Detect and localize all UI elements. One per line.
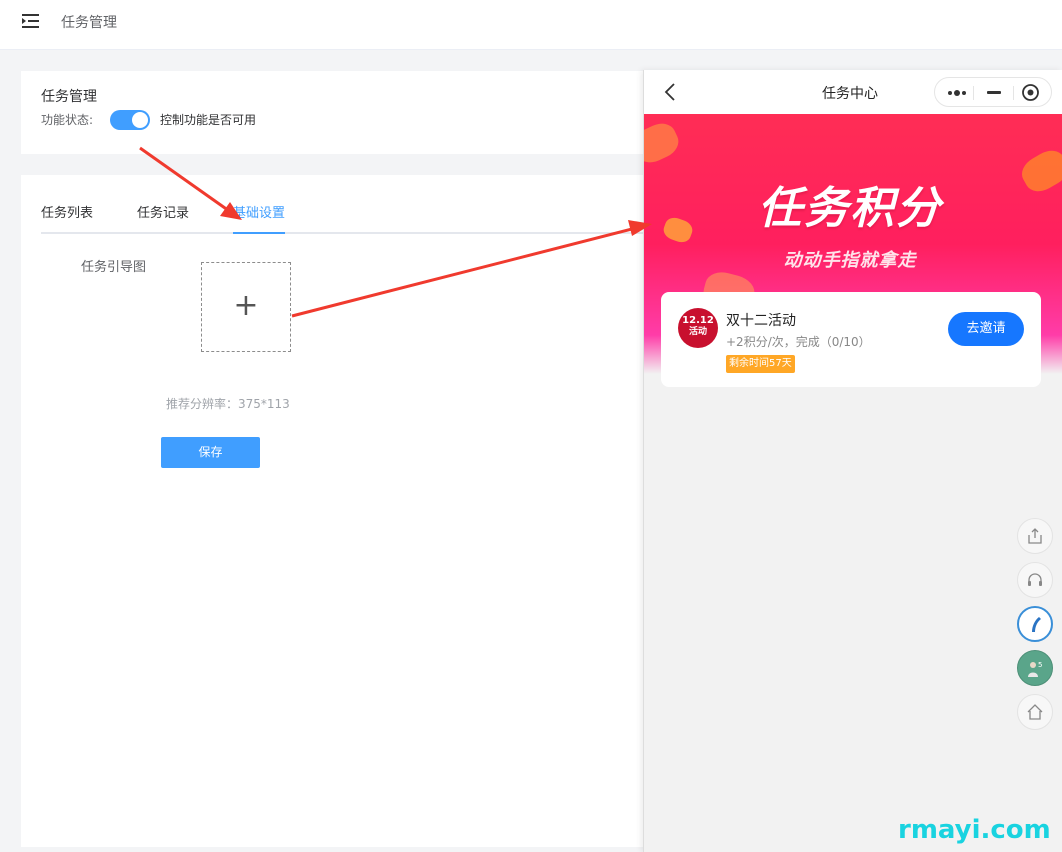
task-description: +2积分/次，完成（0/10） (726, 335, 871, 349)
customer-service-button[interactable] (1017, 562, 1053, 598)
status-label: 功能状态: (41, 113, 94, 127)
share-button[interactable] (1017, 518, 1053, 554)
banner-decoration (644, 118, 684, 168)
divider (973, 86, 974, 100)
close-target-icon[interactable] (1021, 83, 1040, 102)
banner-subtitle: 动动手指就拿走 (783, 250, 917, 271)
avatar-badge: 5 (1038, 661, 1042, 669)
save-button[interactable]: 保存 (161, 437, 260, 468)
minimize-icon[interactable] (987, 91, 1001, 94)
home-button[interactable] (1017, 694, 1053, 730)
headset-icon (1028, 573, 1042, 586)
more-icon[interactable] (947, 90, 967, 96)
divider (1013, 86, 1014, 100)
top-bar: 任务管理 (0, 0, 1062, 50)
toggle-description: 控制功能是否可用 (160, 113, 257, 127)
tab-basic-settings[interactable]: 基础设置 (233, 205, 286, 234)
guide-image-label: 任务引导图 (81, 260, 147, 275)
mobile-preview: 任务积分 动动手指就拿走 任务中心 12.12 活动 双十二活动 +2积分/次，… (643, 70, 1062, 852)
activity-logo: 12.12 活动 (678, 308, 718, 348)
phone-call-button[interactable] (1017, 606, 1053, 642)
resolution-hint: 推荐分辨率：375*113 (166, 397, 290, 411)
plus-icon: + (233, 288, 259, 323)
feature-toggle[interactable] (110, 110, 150, 130)
avatar-icon: 5 (1028, 661, 1042, 677)
mini-program-navbar: 任务中心 (644, 70, 1062, 114)
banner-title: 任务积分 (758, 183, 942, 234)
tab-task-list[interactable]: 任务列表 (41, 205, 93, 234)
watermark: rmayi.com (898, 815, 1051, 845)
phone-call-icon (1032, 617, 1041, 632)
toggle-knob (132, 112, 148, 128)
feature-title: 任务管理 (41, 89, 97, 105)
task-card: 12.12 活动 双十二活动 +2积分/次，完成（0/10） 剩余时间57天 去… (661, 292, 1041, 387)
remaining-time-badge: 剩余时间57天 (726, 355, 795, 373)
share-icon (1028, 528, 1042, 544)
capsule-menu (934, 77, 1052, 107)
home-icon (1027, 704, 1043, 720)
breadcrumb: 任务管理 (61, 15, 117, 31)
invite-button[interactable]: 去邀请 (948, 312, 1024, 346)
task-name: 双十二活动 (726, 313, 796, 329)
logo-line1: 12.12 (682, 315, 714, 326)
avatar-button[interactable]: 5 (1017, 650, 1053, 686)
logo-line2: 活动 (688, 327, 707, 337)
menu-fold-icon[interactable] (22, 13, 40, 29)
tab-task-records[interactable]: 任务记录 (137, 205, 189, 234)
image-uploader[interactable]: + (201, 262, 291, 352)
